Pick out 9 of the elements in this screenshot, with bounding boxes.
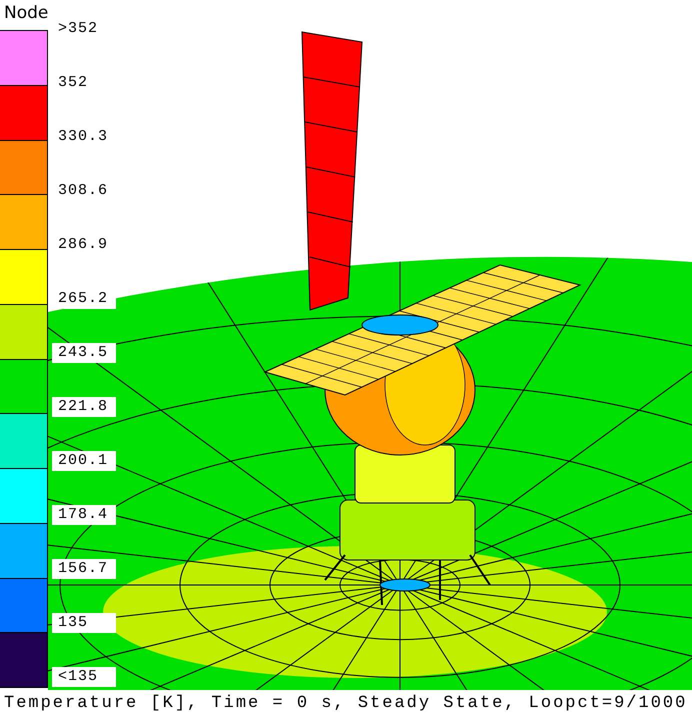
scale-label: 200.1 [52, 451, 116, 471]
scale-label: <135 [52, 667, 116, 687]
scale-label: 178.4 [52, 505, 116, 525]
scale-label: 156.7 [52, 559, 116, 579]
scale-label: 243.5 [52, 343, 116, 363]
legend-title: Node [3, 2, 48, 25]
scale-label: 135 [52, 613, 116, 633]
status-text: Temperature [K], Time = 0 s, Steady State, Loopct=9/1000 [3, 693, 688, 715]
scale-label: 221.8 [52, 397, 116, 417]
